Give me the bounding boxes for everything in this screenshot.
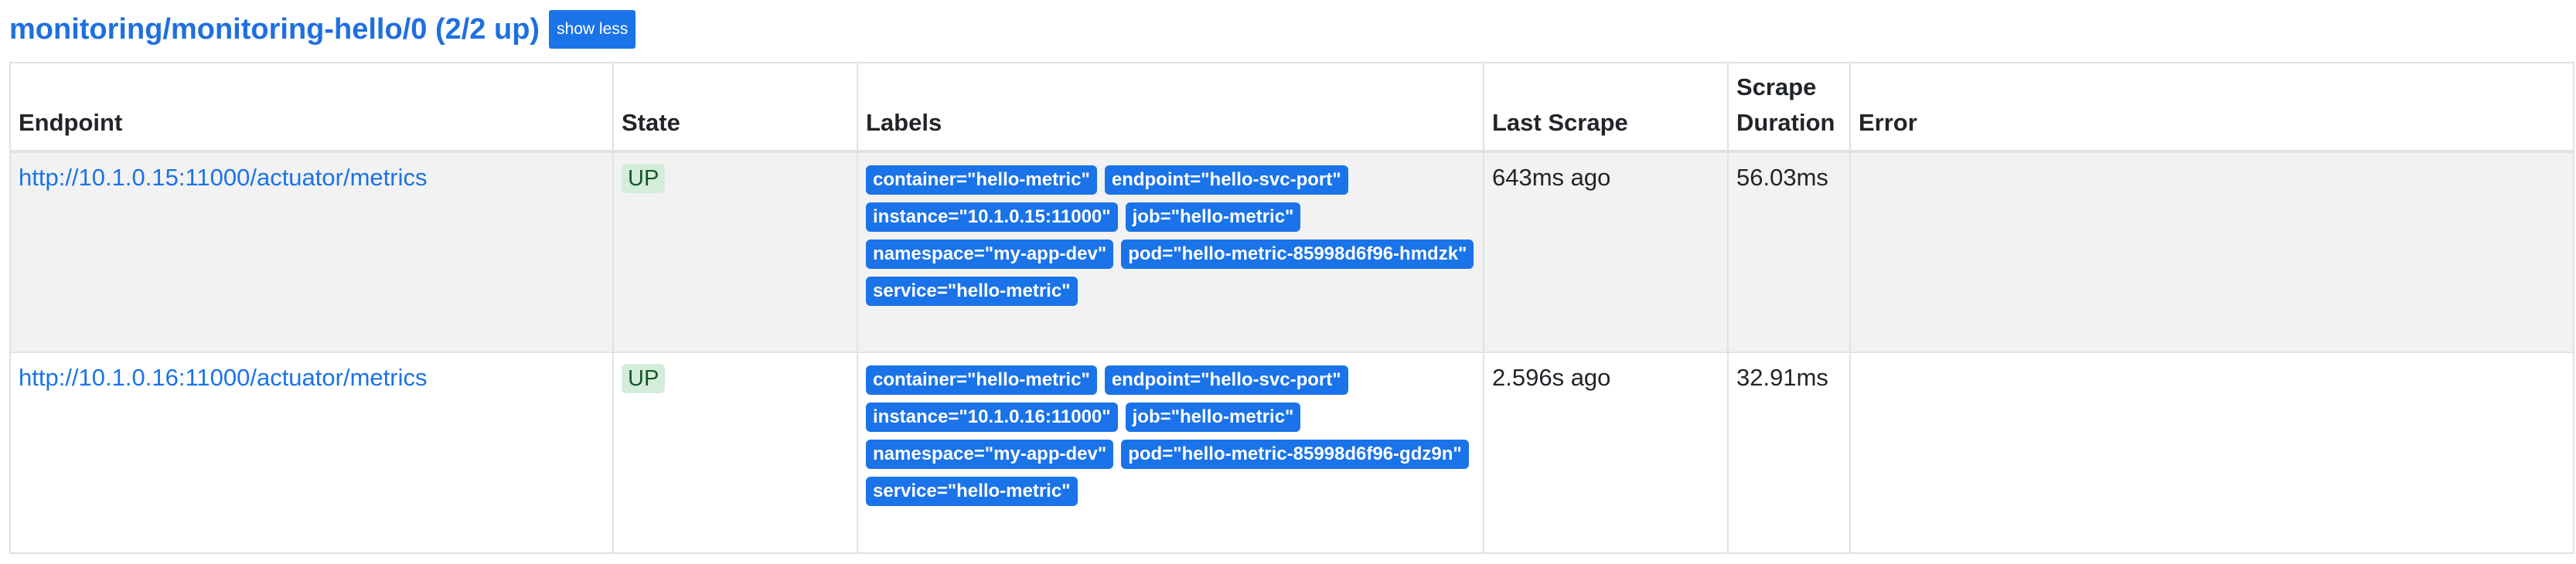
job-title-link[interactable]: monitoring/monitoring-hello/0 (2/2 up): [9, 9, 540, 49]
label-badge: job="hello-metric": [1125, 202, 1301, 232]
targets-table: Endpoint State Labels Last Scrape Scrape…: [9, 62, 2574, 554]
show-less-button[interactable]: show less: [549, 10, 636, 49]
column-header-endpoint: Endpoint: [9, 62, 614, 153]
endpoint-link[interactable]: http://10.1.0.15:11000/actuator/metrics: [19, 164, 427, 191]
scrape-duration-value: 32.91ms: [1736, 364, 1828, 391]
column-header-error: Error: [1849, 62, 2574, 153]
endpoint-cell: http://10.1.0.16:11000/actuator/metrics: [9, 352, 614, 554]
scrape-duration-cell: 56.03ms: [1727, 151, 1851, 353]
column-header-last-scrape: Last Scrape: [1483, 62, 1729, 153]
job-header: monitoring/monitoring-hello/0 (2/2 up) s…: [9, 9, 636, 49]
state-badge: UP: [622, 164, 666, 193]
scrape-duration-value: 56.03ms: [1736, 164, 1828, 191]
label-badge: namespace="my-app-dev": [866, 240, 1114, 269]
table-row: http://10.1.0.16:11000/actuator/metrics …: [9, 352, 2574, 554]
label-badge: service="hello-metric": [866, 477, 1078, 506]
label-badge: container="hello-metric": [866, 365, 1097, 395]
label-badge: pod="hello-metric-85998d6f96-gdz9n": [1121, 440, 1469, 469]
label-badge: endpoint="hello-svc-port": [1104, 165, 1348, 195]
scrape-duration-cell: 32.91ms: [1727, 352, 1851, 554]
error-cell: [1849, 151, 2574, 353]
label-badge: container="hello-metric": [866, 165, 1097, 195]
labels-list: container="hello-metric" endpoint="hello…: [866, 365, 1475, 506]
labels-cell: container="hello-metric" endpoint="hello…: [857, 352, 1484, 554]
column-header-labels: Labels: [857, 62, 1484, 153]
endpoint-cell: http://10.1.0.15:11000/actuator/metrics: [9, 151, 614, 353]
last-scrape-cell: 2.596s ago: [1483, 352, 1729, 554]
label-badge: pod="hello-metric-85998d6f96-hmdzk": [1121, 240, 1474, 269]
label-badge: endpoint="hello-svc-port": [1104, 365, 1348, 395]
last-scrape-cell: 643ms ago: [1483, 151, 1729, 353]
error-cell: [1849, 352, 2574, 554]
label-badge: namespace="my-app-dev": [866, 440, 1114, 469]
label-badge: job="hello-metric": [1125, 403, 1301, 432]
table-row: http://10.1.0.15:11000/actuator/metrics …: [9, 151, 2574, 353]
column-header-scrape-duration: Scrape Duration: [1727, 62, 1851, 153]
labels-list: container="hello-metric" endpoint="hello…: [866, 165, 1475, 306]
label-badge: instance="10.1.0.15:11000": [866, 202, 1118, 232]
state-badge: UP: [622, 364, 666, 393]
last-scrape-value: 2.596s ago: [1492, 364, 1611, 391]
state-cell: UP: [612, 352, 858, 554]
label-badge: service="hello-metric": [866, 277, 1078, 306]
last-scrape-value: 643ms ago: [1492, 164, 1611, 191]
state-cell: UP: [612, 151, 858, 353]
column-header-state: State: [612, 62, 858, 153]
table-header-row: Endpoint State Labels Last Scrape Scrape…: [9, 62, 2574, 153]
labels-cell: container="hello-metric" endpoint="hello…: [857, 151, 1484, 353]
label-badge: instance="10.1.0.16:11000": [866, 403, 1118, 432]
endpoint-link[interactable]: http://10.1.0.16:11000/actuator/metrics: [19, 364, 427, 391]
